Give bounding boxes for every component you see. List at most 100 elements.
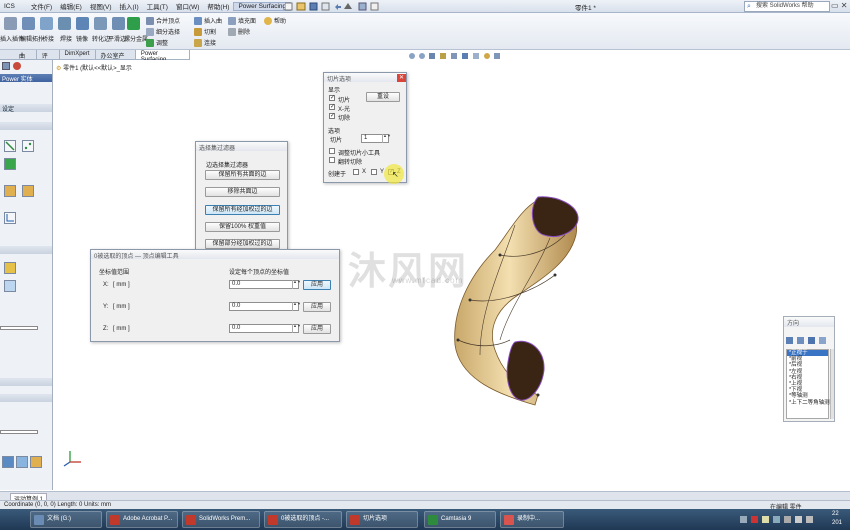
search-input[interactable]: ⌕ 搜索 SolidWorks 帮助 (744, 1, 830, 12)
tab-evaluate[interactable]: 评估 (37, 50, 60, 69)
feature-tree-icon[interactable] (2, 62, 10, 70)
cut-button[interactable]: 切割 (194, 27, 216, 37)
xray-checkbox[interactable]: ✓ (329, 104, 335, 110)
taskbar-item-solidworks[interactable]: SolidWorks Prem... (182, 511, 260, 528)
keep-partial-weighted-button[interactable]: 保留部分经加权过的边 (205, 239, 280, 249)
connect-button[interactable]: 连接 (194, 38, 216, 48)
tool-icon-c[interactable] (2, 456, 14, 468)
smooth-edge-icon[interactable] (112, 17, 125, 30)
menu-insert[interactable]: 插入(I) (116, 1, 143, 11)
menu-window[interactable]: 窗口(W) (172, 1, 203, 11)
tab-office[interactable]: 办公室产品 (96, 50, 136, 69)
keep-coplanar-edges-button[interactable]: 保留所有共面的边 (205, 170, 280, 180)
menu-help[interactable]: 帮助(H) (203, 1, 233, 11)
menu-view[interactable]: 视图(V) (86, 1, 116, 11)
fill-face-button[interactable]: 填充面 (228, 16, 256, 26)
save-icon (309, 2, 318, 11)
panel-section-settings[interactable]: 设定 (0, 104, 52, 113)
tool-icon-b[interactable] (4, 280, 16, 292)
reset-button[interactable]: 重设 (366, 92, 400, 102)
subdivide-select-button[interactable]: 细分选择 (146, 27, 180, 37)
insert-curve-button[interactable]: 插入曲 (194, 16, 222, 26)
axis-icon[interactable] (4, 212, 16, 224)
keep-100-weight-button[interactable]: 保留100% 权重值 (205, 222, 280, 232)
panel-tab-icons[interactable] (2, 62, 50, 72)
close-icon[interactable]: ✕ (397, 74, 406, 82)
view-list-scrollbar[interactable] (830, 349, 834, 419)
slice-checkbox[interactable]: ✓ (329, 95, 335, 101)
menu-edit[interactable]: 编辑(E) (56, 1, 86, 11)
tab-dimxpert[interactable]: DimXpert (60, 50, 96, 59)
grid-icon-2[interactable] (22, 185, 34, 197)
feature-tree-path[interactable]: ⚙ 零件1 (默认<<默认>_显示 (56, 63, 132, 72)
tab-surface[interactable]: 曲面 (14, 50, 37, 69)
adjust-button[interactable]: 调整 (146, 38, 168, 48)
apply-x-button[interactable]: 应用 (303, 280, 331, 290)
taskbar-item-recording[interactable]: 录制中... (500, 511, 564, 528)
slider-1[interactable] (0, 326, 38, 330)
z-value-spinner[interactable]: ▲▼ (292, 324, 301, 333)
convert-edge-icon[interactable] (94, 17, 107, 30)
panel-section-5[interactable] (0, 394, 52, 402)
apply-z-button[interactable]: 应用 (303, 324, 331, 334)
weld-label: 焊接 (60, 37, 73, 43)
face-select-icon[interactable] (4, 158, 16, 170)
cut-checkbox[interactable]: ✓ (329, 113, 335, 119)
help-button[interactable]: 帮助 (264, 16, 286, 26)
line-tool-icon[interactable] (4, 140, 16, 152)
delete-button[interactable]: 删除 (228, 27, 250, 37)
edit-topology-icon[interactable] (22, 17, 35, 30)
z-value-input[interactable]: 0.0 (229, 324, 299, 333)
y-value-spinner[interactable]: ▲▼ (292, 302, 301, 311)
menu-tools[interactable]: 工具(T) (143, 1, 172, 11)
heads-up-toolbar[interactable] (408, 52, 528, 61)
insert-plugin-icon[interactable] (4, 17, 17, 30)
slice-count-spinner[interactable]: ▲▼ (382, 134, 391, 143)
appearance-icon[interactable] (13, 62, 21, 70)
menu-file[interactable]: 文件(F) (27, 1, 56, 11)
undo-icon (335, 4, 341, 10)
flip-cut-checkbox[interactable] (329, 157, 335, 163)
adjust-tool-checkbox[interactable] (329, 148, 335, 154)
view-list[interactable]: *正视于 *前视 *后视 *左视 *右视 *上视 *下视 *等轴测 *上下二等角… (786, 349, 830, 419)
vertex-tool-icon[interactable] (22, 140, 34, 152)
taskbar-item-vertex-dialog[interactable]: 0被选取的顶点 -... (264, 511, 342, 528)
y-value-input[interactable]: 0.0 (229, 302, 299, 311)
bottom-tabs: 运动算例 1 (0, 491, 850, 504)
x-value-input[interactable]: 0.0 (229, 280, 299, 289)
apply-y-button[interactable]: 应用 (303, 302, 331, 312)
slider-2[interactable] (0, 430, 38, 434)
taskbar-item-camtasia[interactable]: Camtasia 9 (424, 511, 496, 528)
remove-coplanar-edges-button[interactable]: 移除共面边 (205, 187, 280, 197)
quick-access-toolbar[interactable] (285, 2, 405, 12)
axis-y-checkbox[interactable] (371, 169, 377, 175)
weld-icon[interactable] (58, 17, 71, 30)
tool-icon-a[interactable] (4, 262, 16, 274)
keep-weighted-edges-button[interactable]: 保留所有经加权过的边 (205, 205, 280, 215)
view-item[interactable]: *上下二等角轴测 (787, 400, 830, 406)
tab-power-surfacing[interactable]: Power Surfacing (135, 50, 191, 63)
bridge-icon[interactable] (40, 17, 53, 30)
mirror-icon[interactable] (76, 17, 89, 30)
system-tray[interactable] (740, 515, 820, 525)
menu-power-surfacing[interactable]: Power Surfacing (233, 1, 292, 11)
axis-x-checkbox[interactable] (353, 169, 359, 175)
solidworks-dialog-icon (268, 515, 278, 525)
taskbar-item-slice-options[interactable]: 切片选项 (346, 511, 418, 528)
grid-icon-1[interactable] (4, 185, 16, 197)
3d-model-elbow[interactable] (440, 180, 590, 410)
view-buttons[interactable] (786, 336, 832, 345)
merge-vertex-button[interactable]: 合并顶点 (146, 16, 180, 26)
panel-section-3[interactable] (0, 246, 52, 254)
window-controls[interactable]: ▭ ✕ (831, 1, 847, 10)
taskbar-item-acrobat[interactable]: Adobe Acrobat P... (106, 511, 178, 528)
sheet-metal-icon[interactable] (127, 17, 140, 30)
tool-icon-d[interactable] (16, 456, 28, 468)
tool-icon-e[interactable] (30, 456, 42, 468)
panel-section-2[interactable] (0, 122, 52, 130)
panel-section-4[interactable] (0, 378, 52, 386)
x-value-spinner[interactable]: ▲▼ (292, 280, 301, 289)
z-range: [ mm ] (113, 326, 130, 332)
coordinate-triad-icon (63, 451, 81, 467)
taskbar-item-documents[interactable]: 文档 (G:) (30, 511, 102, 528)
